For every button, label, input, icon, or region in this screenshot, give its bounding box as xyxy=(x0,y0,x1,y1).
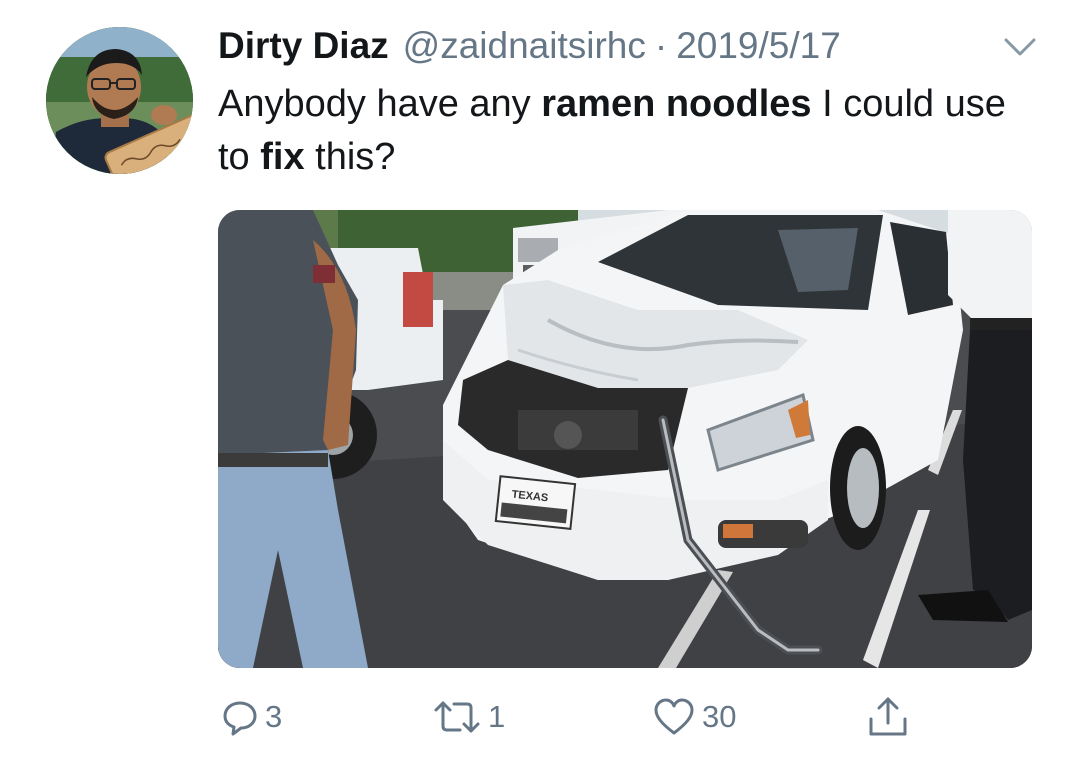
tweet-text-part: this? xyxy=(304,136,396,178)
like-button[interactable]: 30 xyxy=(652,692,736,742)
tweet-photo[interactable]: TEXAS xyxy=(218,210,1032,668)
chevron-down-icon xyxy=(1004,38,1036,56)
profile-photo xyxy=(46,27,193,174)
tweet-date[interactable]: 2019/5/17 xyxy=(676,22,841,70)
like-count: 30 xyxy=(702,699,737,734)
header-separator: · xyxy=(654,25,668,66)
retweet-button[interactable]: 1 xyxy=(432,692,505,742)
heart-icon xyxy=(654,698,694,735)
share-icon xyxy=(869,697,907,736)
retweet-icon xyxy=(434,701,480,733)
tweet-text-part: Anybody have any xyxy=(218,83,542,125)
avatar[interactable] xyxy=(46,27,193,174)
tweet-text: Anybody have any ramen noodles I could u… xyxy=(218,78,1018,184)
tweet-header: Dirty Diaz @zaidnaitsirhc · 2019/5/17 xyxy=(218,22,841,70)
tweet-text-bold: fix xyxy=(260,136,305,178)
retweet-count: 1 xyxy=(488,699,506,734)
display-name[interactable]: Dirty Diaz xyxy=(218,22,389,70)
reply-button[interactable]: 3 xyxy=(221,692,282,742)
tweet-text-bold: ramen noodles xyxy=(541,83,812,125)
share-button[interactable] xyxy=(866,692,910,742)
tweet-actions: 3 1 30 xyxy=(0,692,1080,742)
crashed-white-car-photo: TEXAS xyxy=(218,210,1032,668)
tweet-menu-button[interactable] xyxy=(1002,34,1038,60)
user-handle[interactable]: @zaidnaitsirhc xyxy=(403,22,646,70)
reply-icon xyxy=(223,701,257,736)
reply-count: 3 xyxy=(265,699,283,734)
